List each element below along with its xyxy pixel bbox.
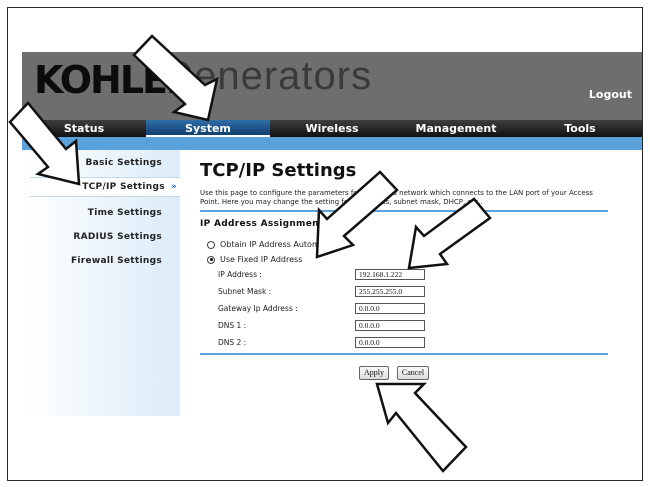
nav-system[interactable]: System <box>146 120 270 137</box>
sidebar-item-radius-settings[interactable]: RADIUS Settings <box>73 232 162 242</box>
main-nav: Status System Wireless Management Tools <box>22 120 642 137</box>
nav-status[interactable]: Status <box>22 120 146 137</box>
cancel-button[interactable]: Cancel <box>397 366 429 380</box>
form-row-gateway: Gateway Ip Address : 0.0.0.0 <box>218 303 425 314</box>
logout-link[interactable]: Logout <box>589 88 632 101</box>
page-description: Use this page to configure the parameter… <box>200 189 593 206</box>
header: KOHLER Generators Logout <box>22 52 642 120</box>
apply-button[interactable]: Apply <box>359 366 389 380</box>
radio-label: Obtain IP Address Automatically <box>220 240 349 249</box>
section-title: IP Address Assignment <box>200 219 324 229</box>
radio-button[interactable] <box>207 240 215 249</box>
gateway-field[interactable]: 0.0.0.0 <box>355 303 425 314</box>
divider <box>200 210 608 212</box>
active-marker-icon: » <box>170 182 177 192</box>
dns2-field[interactable]: 0.0.0.0 <box>355 337 425 348</box>
form-row-dns2: DNS 2 : 0.0.0.0 <box>218 337 425 348</box>
form-row-ip-address: IP Address : 192.168.1.222 <box>218 269 425 280</box>
sub-nav-bar <box>22 137 642 150</box>
sidebar-item-firewall-settings[interactable]: Firewall Settings <box>71 256 162 266</box>
sidebar-item-tcpip-settings[interactable]: TCP/IP Settings » <box>30 177 180 197</box>
sidebar-item-basic-settings[interactable]: Basic Settings <box>85 158 162 168</box>
nav-management[interactable]: Management <box>394 120 518 137</box>
sidebar: Basic Settings TCP/IP Settings » Time Set… <box>22 150 180 416</box>
sidebar-item-label: TCP/IP Settings <box>82 182 165 192</box>
nav-tools[interactable]: Tools <box>518 120 642 137</box>
field-label: DNS 2 : <box>218 338 247 347</box>
form-row-dns1: DNS 1 : 0.0.0.0 <box>218 320 425 331</box>
field-label: Subnet Mask : <box>218 287 272 296</box>
field-label: IP Address : <box>218 270 262 279</box>
logo-generators: Generators <box>162 54 373 98</box>
radio-button[interactable] <box>207 255 215 264</box>
subnet-mask-field[interactable]: 255.255.255.0 <box>355 286 425 297</box>
dns1-field[interactable]: 0.0.0.0 <box>355 320 425 331</box>
field-label: Gateway Ip Address : <box>218 304 298 313</box>
radio-obtain-ip[interactable]: Obtain IP Address Automatically <box>207 240 349 249</box>
radio-label: Use Fixed IP Address <box>220 255 303 264</box>
divider <box>200 353 608 355</box>
page-title: TCP/IP Settings <box>200 160 357 181</box>
ip-address-field[interactable]: 192.168.1.222 <box>355 269 425 280</box>
field-label: DNS 1 : <box>218 321 247 330</box>
radio-fixed-ip[interactable]: Use Fixed IP Address <box>207 255 302 264</box>
sidebar-item-time-settings[interactable]: Time Settings <box>88 208 162 218</box>
form-row-subnet-mask: Subnet Mask : 255.255.255.0 <box>218 286 425 297</box>
nav-wireless[interactable]: Wireless <box>270 120 394 137</box>
